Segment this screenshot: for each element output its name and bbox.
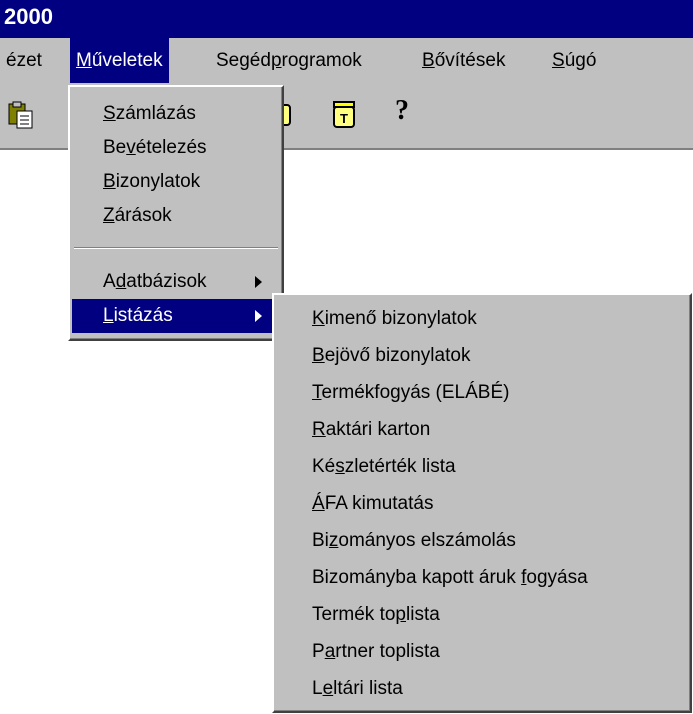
menu-item-zarasok[interactable]: Zárások [72, 199, 282, 233]
menu-bar: ézet Műveletek Segédprogramok Bővítések … [0, 38, 693, 83]
listazas-submenu: Kimenő bizonylatok Bejövő bizonylatok Te… [272, 293, 692, 713]
menu-segedprogramok[interactable]: Segédprogramok [210, 38, 368, 83]
menu-item-bizomanyos-elszamolas[interactable]: Bizományos elszámolás [276, 524, 690, 558]
menu-nezet[interactable]: ézet [0, 38, 48, 83]
menu-item-bejovo-bizonylatok[interactable]: Bejövő bizonylatok [276, 339, 690, 373]
submenu-arrow-icon [255, 310, 262, 322]
jar-t-icon[interactable]: T [332, 101, 356, 135]
menu-item-afa-kimutatas[interactable]: ÁFA kimutatás [276, 487, 690, 521]
window-title: 2000 [0, 0, 693, 38]
menu-item-listazas[interactable]: Listázás [72, 299, 278, 333]
help-icon[interactable]: ? [395, 95, 409, 127]
menu-item-bevetelezes[interactable]: Bevételezés [72, 131, 282, 165]
menu-item-raktari-karton[interactable]: Raktári karton [276, 413, 690, 447]
svg-text:T: T [340, 111, 348, 126]
menu-item-leltari-lista[interactable]: Leltári lista [276, 672, 690, 706]
menu-bovitesek[interactable]: Bővítések [416, 38, 511, 83]
menu-sugo[interactable]: Súgó [546, 38, 602, 83]
menu-item-adatbazisok[interactable]: Adatbázisok [72, 265, 282, 299]
menu-item-termekfogyas[interactable]: Termékfogyás (ELÁBÉ) [276, 376, 690, 410]
menu-item-partner-toplista[interactable]: Partner toplista [276, 635, 690, 669]
menu-item-szamlazas[interactable]: Számlázás [72, 97, 282, 131]
paste-icon[interactable] [8, 101, 34, 135]
menu-item-termek-toplista[interactable]: Termék toplista [276, 598, 690, 632]
muveletek-dropdown: Számlázás Bevételezés Bizonylatok Záráso… [68, 85, 284, 341]
menu-separator [74, 247, 278, 249]
submenu-arrow-icon [255, 276, 262, 288]
menu-item-bizomanyba-kapott-aruk-fogyasa[interactable]: Bizományba kapott áruk fogyása [276, 561, 690, 595]
menu-item-kimeno-bizonylatok[interactable]: Kimenő bizonylatok [276, 302, 690, 336]
menu-item-bizonylatok[interactable]: Bizonylatok [72, 165, 282, 199]
menu-muveletek[interactable]: Műveletek [70, 38, 169, 83]
menu-item-keszletertek-lista[interactable]: Készletérték lista [276, 450, 690, 484]
